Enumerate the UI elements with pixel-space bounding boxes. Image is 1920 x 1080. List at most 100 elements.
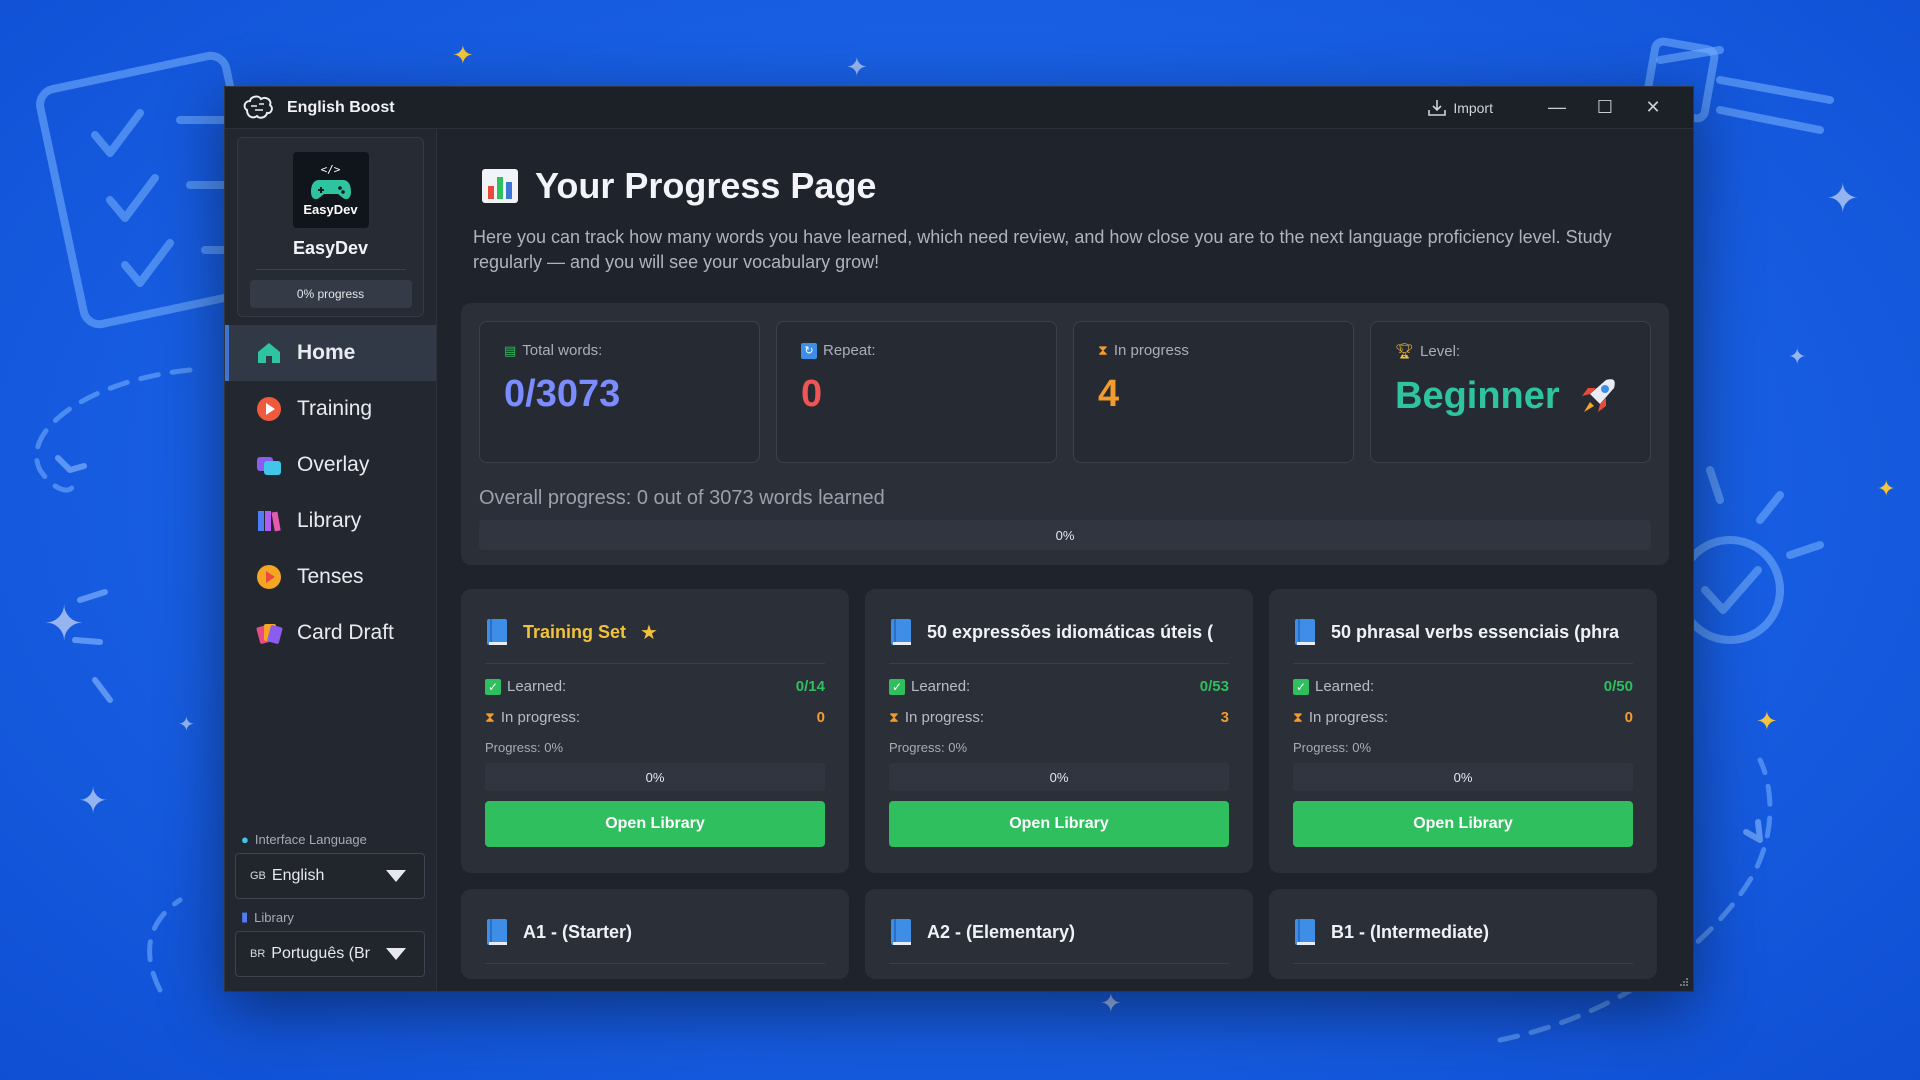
sidebar-item-overlay[interactable]: Overlay: [225, 437, 436, 493]
bar-chart-icon: [482, 169, 518, 203]
page-title: Your Progress Page: [535, 165, 877, 206]
interface-language-label: ● Interface Language: [241, 832, 367, 847]
library-card-title: 50 phrasal verbs essenciais (phra: [1331, 621, 1620, 642]
library-card: Training Set ★ ✓ Learned: 0/14 ⧗ In progre…: [461, 589, 849, 873]
stat-label: 🏆︎ Level:: [1395, 342, 1461, 361]
sidebar-item-tenses[interactable]: Tenses: [225, 549, 436, 605]
library-card-title: A2 - (Elementary): [927, 921, 1076, 942]
settings-block: ● Interface Language GB English ▮ Librar…: [235, 826, 425, 977]
in-progress-value: 0: [816, 709, 825, 726]
star-icon: ✦: [1877, 476, 1896, 501]
sidebar-item-library[interactable]: Library: [225, 493, 436, 549]
title-bar: English Boost Import — ☐ ✕: [225, 87, 1693, 129]
training-icon: [257, 397, 281, 421]
library-card: 50 phrasal verbs essenciais (phra ✓ Learn…: [1269, 589, 1657, 873]
profile-progress-badge: 0% progress: [249, 280, 412, 308]
books-icon: ▤: [504, 342, 517, 358]
library-card-header: Training Set ★: [485, 617, 825, 664]
checkmark-icon: ✓: [485, 678, 501, 695]
profile-card: </> EasyDev EasyDev 0% progress: [237, 137, 424, 317]
checkmark-icon: ✓: [1293, 678, 1309, 695]
learned-value: 0/53: [1199, 678, 1229, 695]
in-progress-value: 3: [1220, 709, 1229, 726]
stat-label: ↻ Repeat:: [801, 342, 1032, 359]
sidebar-item-card-draft[interactable]: Card Draft: [225, 605, 436, 661]
sidebar-item-label: Home: [297, 341, 356, 364]
star-icon: ✦: [1826, 177, 1860, 221]
library-progress-bar: 0%: [485, 763, 825, 791]
stat-value-total-words: 0/3073: [504, 373, 621, 415]
close-icon[interactable]: ✕: [1629, 97, 1677, 118]
learned-row: ✓ Learned: 0/53: [889, 678, 1229, 695]
profile-name: EasyDev: [292, 238, 369, 258]
in-progress-value: 0: [1624, 709, 1633, 726]
br-flag-icon: BR: [250, 948, 266, 960]
avatar: </> EasyDev: [292, 152, 369, 228]
open-library-button[interactable]: Open Library: [1293, 801, 1633, 847]
learned-value: 0/14: [795, 678, 825, 695]
sidebar-item-label: Card Draft: [297, 621, 394, 644]
stat-label: ▤ Total words:: [504, 342, 603, 359]
hourglass-icon: ⧗: [1098, 342, 1108, 358]
minimize-icon[interactable]: —: [1533, 97, 1581, 118]
app-title: English Boost: [287, 98, 395, 116]
page-header: Your Progress Page: [481, 165, 1669, 207]
stat-card-in-progress: ⧗ In progress 4: [1073, 321, 1354, 463]
checkmark-icon: ✓: [889, 678, 905, 695]
stat-card-total-words: ▤ Total words: 0/3073: [479, 321, 760, 463]
import-button[interactable]: Import: [1427, 99, 1493, 117]
brain-logo-icon: [243, 95, 273, 119]
library-select[interactable]: BR Português (Br: [235, 931, 425, 977]
sidebar-item-label: Overlay: [297, 453, 370, 476]
star-icon: ✦: [78, 780, 109, 821]
app-window: English Boost Import — ☐ ✕ </> EasyDev E…: [224, 86, 1694, 992]
learned-row: ✓ Learned: 0/14: [485, 678, 825, 695]
globe-icon: ●: [241, 832, 249, 847]
library-card-title: 50 expressões idiomáticas úteis (: [927, 621, 1214, 642]
sidebar-item-training[interactable]: Training: [225, 381, 436, 437]
open-library-button[interactable]: Open Library: [889, 801, 1229, 847]
tenses-icon: [257, 565, 281, 589]
open-library-button[interactable]: Open Library: [485, 801, 825, 847]
library-grid: Training Set ★ ✓ Learned: 0/14 ⧗ In progre…: [461, 589, 1669, 979]
sidebar-nav: Home Training Overlay Library Tenses Car…: [225, 325, 436, 661]
sidebar-item-label: Tenses: [297, 565, 364, 588]
sidebar: </> EasyDev EasyDev 0% progress Home Tra…: [225, 129, 437, 991]
star-icon: ★: [640, 621, 658, 644]
book-icon: [891, 619, 911, 645]
overall-progress-text: Overall progress: 0 out of 3073 words le…: [479, 487, 885, 509]
library-card: A1 - (Starter): [461, 889, 849, 979]
library-card-header: B1 - (Intermediate): [1293, 917, 1633, 964]
maximize-icon[interactable]: ☐: [1581, 97, 1629, 118]
resize-grip-icon[interactable]: [1679, 977, 1689, 987]
book-icon: [891, 919, 911, 945]
overall-progress-label: 0%: [1055, 527, 1075, 543]
hourglass-icon: ⧗: [485, 709, 495, 725]
books-icon: ▮: [241, 909, 249, 924]
page-description: Here you can track how many words you ha…: [473, 227, 1612, 272]
in-progress-row: ⧗ In progress: 0: [485, 709, 825, 726]
sidebar-item-label: Library: [297, 509, 362, 532]
in-progress-row: ⧗ In progress: 3: [889, 709, 1229, 726]
library-card: 50 expressões idiomáticas úteis ( ✓ Learn…: [865, 589, 1253, 873]
library-progress-bar: 0%: [889, 763, 1229, 791]
main-content: Your Progress Page Here you can track ho…: [437, 129, 1693, 991]
interface-language-select[interactable]: GB English: [235, 853, 425, 899]
star-icon: ✦: [1788, 344, 1807, 369]
in-progress-row: ⧗ In progress: 0: [1293, 709, 1633, 726]
library-progress-bar: 0%: [1293, 763, 1633, 791]
stat-label: ⧗ In progress: [1098, 342, 1189, 359]
avatar-brand: EasyDev: [303, 202, 358, 217]
sidebar-item-home[interactable]: Home: [225, 325, 436, 381]
library-select-label: ▮ Library: [241, 909, 294, 925]
learned-value: 0/50: [1603, 678, 1633, 695]
library-icon: [258, 511, 281, 532]
library-card-title: A1 - (Starter): [523, 921, 633, 942]
library-card: B1 - (Intermediate): [1269, 889, 1657, 979]
star-icon: ✦: [44, 598, 85, 651]
star-icon: ✦: [1756, 706, 1778, 736]
select-value: Português (Br: [271, 945, 370, 962]
stat-card-repeat: ↻ Repeat: 0: [776, 321, 1057, 463]
star-icon: ✦: [846, 52, 868, 82]
stat-value-repeat: 0: [801, 373, 823, 415]
